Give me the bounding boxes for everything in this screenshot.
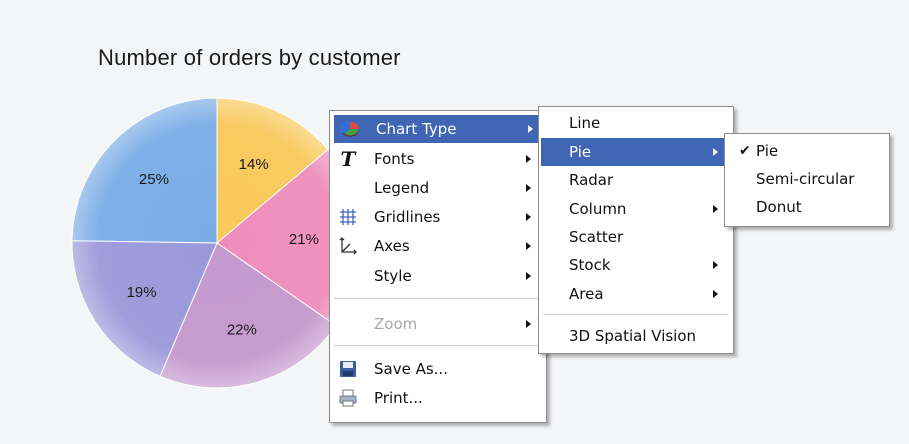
pie-style-donut[interactable]: Donut [727, 193, 887, 221]
menu-item-label: Semi-circular [756, 170, 855, 188]
menu-item-label: Gridlines [374, 208, 441, 226]
chart-context-menu: Chart Type T Fonts Legend Gridlines Axes… [329, 110, 547, 423]
menu-item-label: Line [569, 114, 601, 132]
menu-item-label: Print... [374, 389, 423, 407]
pie-style-submenu: ✔ Pie Semi-circular Donut [724, 133, 890, 227]
submenu-arrow-icon [713, 148, 718, 156]
menu-item-label: Area [569, 285, 604, 303]
menu-item-label: Fonts [374, 150, 415, 168]
menu-item-label: Pie [756, 142, 779, 160]
submenu-arrow-icon [526, 184, 531, 192]
chart-type-area[interactable]: Area [541, 280, 731, 308]
menu-item-label: Chart Type [376, 120, 457, 138]
menu-item-label: Pie [569, 143, 592, 161]
gridlines-icon [338, 207, 358, 227]
axes-icon [338, 236, 358, 256]
chart-type-line[interactable]: Line [541, 109, 731, 137]
menu-item-axes[interactable]: Axes [332, 232, 544, 260]
menu-item-label: Save As... [374, 360, 448, 378]
pie-slice-label: 22% [227, 321, 257, 338]
menu-separator [334, 345, 542, 346]
menu-item-save-as[interactable]: Save As... [332, 355, 544, 383]
chart-type-scatter[interactable]: Scatter [541, 223, 731, 251]
chart-canvas[interactable]: Number of orders by customer 25% 14% 21% 22… [0, 0, 909, 444]
pie-slice-label: 14% [239, 156, 269, 173]
submenu-arrow-icon [526, 320, 531, 328]
chart-type-stock[interactable]: Stock [541, 251, 731, 279]
menu-item-label: Legend [374, 179, 430, 197]
submenu-arrow-icon [526, 272, 531, 280]
chart-type-radar[interactable]: Radar [541, 166, 731, 194]
pie-slice-label: 21% [289, 231, 319, 248]
submenu-arrow-icon [526, 242, 531, 250]
pie-style-semi-circular[interactable]: Semi-circular [727, 165, 887, 193]
menu-item-legend[interactable]: Legend [332, 174, 544, 202]
menu-item-label: Scatter [569, 228, 624, 246]
menu-item-zoom[interactable]: Zoom [332, 310, 544, 338]
chart-type-column[interactable]: Column [541, 195, 731, 223]
menu-item-label: Column [569, 200, 627, 218]
printer-icon [338, 388, 358, 408]
menu-item-label: Stock [569, 256, 611, 274]
menu-item-label: Axes [374, 237, 410, 255]
menu-item-label: Zoom [374, 315, 418, 333]
menu-item-chart-type[interactable]: Chart Type [334, 115, 542, 143]
pie-style-pie[interactable]: ✔ Pie [727, 137, 887, 165]
menu-item-label: Donut [756, 198, 802, 216]
submenu-arrow-icon [526, 155, 531, 163]
pie-slice-label: 19% [127, 284, 157, 301]
menu-item-fonts[interactable]: T Fonts [332, 145, 544, 173]
submenu-arrow-icon [713, 261, 718, 269]
submenu-arrow-icon [713, 205, 718, 213]
submenu-arrow-icon [526, 213, 531, 221]
font-t-icon: T [340, 147, 356, 171]
menu-item-label: Style [374, 267, 412, 285]
menu-item-print[interactable]: Print... [332, 384, 544, 412]
menu-item-label: Radar [569, 171, 614, 189]
submenu-arrow-icon [528, 125, 533, 133]
menu-item-gridlines[interactable]: Gridlines [332, 203, 544, 231]
pie-slice-label: 25% [139, 171, 169, 188]
chart-type-pie[interactable]: Pie [541, 138, 731, 166]
menu-item-label: 3D Spatial Vision [569, 327, 697, 345]
chart-type-3d-spatial-vision[interactable]: 3D Spatial Vision [541, 322, 731, 350]
pie-chart-icon [338, 119, 360, 139]
floppy-disk-icon [338, 359, 358, 379]
menu-separator [334, 298, 542, 299]
chart-type-submenu: Line Pie Radar Column Scatter Stock Area… [538, 106, 734, 354]
menu-separator [543, 314, 729, 315]
menu-item-style[interactable]: Style [332, 262, 544, 290]
submenu-arrow-icon [713, 290, 718, 298]
check-icon: ✔ [739, 143, 751, 159]
